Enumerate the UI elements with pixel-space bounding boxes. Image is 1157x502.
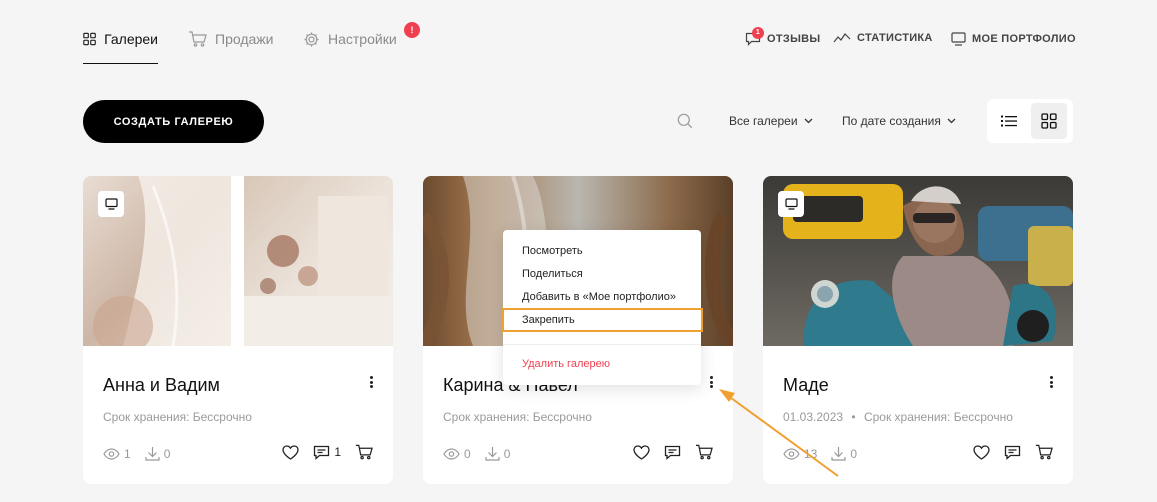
gallery-meta: 01.03.2023 • Срок хранения: Бессрочно <box>783 410 1013 424</box>
portfolio-badge <box>778 191 804 217</box>
gallery-filter-label: Все галереи <box>729 114 798 128</box>
monitor-icon <box>784 198 798 210</box>
chevron-down-icon <box>804 118 812 124</box>
heart-icon <box>973 444 990 460</box>
tab-galleries[interactable]: Галереи <box>83 28 158 64</box>
gallery-title[interactable]: Анна и Вадим <box>103 375 220 396</box>
tab-label: Галереи <box>104 31 158 47</box>
downloads-count: 0 <box>850 446 858 461</box>
grid-view-button[interactable] <box>1031 103 1067 139</box>
eye-icon <box>443 447 460 460</box>
card-actions: 1 <box>282 444 373 460</box>
cover-image <box>83 176 393 346</box>
comment-icon <box>314 445 330 460</box>
comments-button[interactable] <box>1004 445 1021 460</box>
card-stats: 13 0 <box>783 446 867 461</box>
reviews-link[interactable]: 1 ОТЗЫВЫ <box>745 27 821 46</box>
gallery-cover[interactable] <box>763 176 1073 346</box>
favorites-button[interactable] <box>282 444 299 460</box>
card-stats: 1 0 <box>103 446 180 461</box>
card-stats: 0 0 <box>443 446 520 461</box>
menu-divider <box>503 344 701 345</box>
menu-item-share[interactable]: Поделиться <box>522 268 583 280</box>
comment-icon <box>664 445 681 460</box>
reviews-label: ОТЗЫВЫ <box>767 33 821 45</box>
gallery-cover[interactable] <box>83 176 393 346</box>
tab-sales[interactable]: Продажи <box>188 28 273 64</box>
tab-settings[interactable]: Настройки <box>303 28 397 64</box>
cart-icon <box>695 444 713 460</box>
comment-icon <box>1004 445 1021 460</box>
search-button[interactable] <box>677 113 693 134</box>
heart-icon <box>282 444 299 460</box>
list-view-button[interactable] <box>991 103 1027 139</box>
portfolio-link[interactable]: МОЕ ПОРТФОЛИО <box>951 32 1076 46</box>
cart-button[interactable] <box>695 444 713 460</box>
gallery-card[interactable]: Маде 01.03.2023 • Срок хранения: Бессроч… <box>763 176 1073 484</box>
views-count: 0 <box>464 446 471 461</box>
cart-icon <box>189 31 207 47</box>
stats-link[interactable]: СТАТИСТИКА <box>833 32 933 44</box>
menu-item-pin[interactable]: Закрепить <box>522 314 575 326</box>
create-gallery-button[interactable]: СОЗДАТЬ ГАЛЕРЕЮ <box>83 100 264 143</box>
card-more-button[interactable] <box>1047 374 1055 390</box>
cart-icon <box>1035 444 1053 460</box>
search-icon <box>677 113 693 129</box>
comments-button[interactable] <box>664 445 681 460</box>
favorites-button[interactable] <box>633 444 650 460</box>
stats-label: СТАТИСТИКА <box>857 32 933 44</box>
gallery-filter-dropdown[interactable]: Все галереи <box>729 114 813 128</box>
portfolio-label: МОЕ ПОРТФОЛИО <box>972 33 1076 45</box>
grid-icon <box>83 32 96 46</box>
cart-button[interactable] <box>1035 444 1053 460</box>
reviews-count-badge: 1 <box>752 27 764 39</box>
comments-count: 1 <box>334 445 341 459</box>
storage-term: Срок хранения: Бессрочно <box>443 410 592 424</box>
views-count: 1 <box>124 446 131 461</box>
downloads-count: 0 <box>163 446 171 461</box>
cart-button[interactable] <box>355 444 373 460</box>
meta-separator: • <box>851 410 856 424</box>
menu-item-delete[interactable]: Удалить галерею <box>522 358 610 370</box>
card-context-menu: Посмотреть Поделиться Добавить в «Мое по… <box>503 230 701 385</box>
sort-label: По дате создания <box>842 114 941 128</box>
gallery-date: 01.03.2023 <box>783 410 844 424</box>
views-count: 13 <box>804 446 818 461</box>
comments-button[interactable]: 1 <box>313 445 341 460</box>
menu-item-add-portfolio[interactable]: Добавить в «Мое портфолио» <box>522 291 676 303</box>
download-icon <box>485 447 500 461</box>
downloads-count: 0 <box>503 446 511 461</box>
gallery-card[interactable]: Анна и Вадим Срок хранения: Бессрочно 1 … <box>83 176 393 484</box>
settings-alert-badge: ! <box>404 22 420 38</box>
card-actions <box>633 444 713 460</box>
eye-icon <box>103 447 120 460</box>
list-icon <box>1001 115 1017 127</box>
menu-item-view[interactable]: Посмотреть <box>522 245 583 257</box>
gallery-title[interactable]: Маде <box>783 375 829 396</box>
monitor-icon <box>104 198 118 210</box>
view-switch <box>987 99 1073 143</box>
heart-icon <box>633 444 650 460</box>
tab-label: Продажи <box>215 31 274 47</box>
monitor-icon <box>951 32 966 46</box>
card-more-button[interactable] <box>707 374 715 390</box>
eye-icon <box>783 447 800 460</box>
sort-dropdown[interactable]: По дате создания <box>842 114 956 128</box>
card-actions <box>973 444 1053 460</box>
gear-icon <box>304 32 319 47</box>
cart-icon <box>355 444 373 460</box>
card-more-button[interactable] <box>367 374 375 390</box>
download-icon <box>831 447 846 461</box>
favorites-button[interactable] <box>973 444 990 460</box>
grid-icon <box>1041 113 1057 129</box>
tab-label: Настройки <box>328 31 397 47</box>
storage-term: Срок хранения: Бессрочно <box>863 410 1013 424</box>
storage-term: Срок хранения: Бессрочно <box>103 410 252 424</box>
chart-line-icon <box>833 33 851 43</box>
portfolio-badge <box>98 191 124 217</box>
download-icon <box>145 447 160 461</box>
cover-image <box>763 176 1073 346</box>
chevron-down-icon <box>947 118 956 124</box>
